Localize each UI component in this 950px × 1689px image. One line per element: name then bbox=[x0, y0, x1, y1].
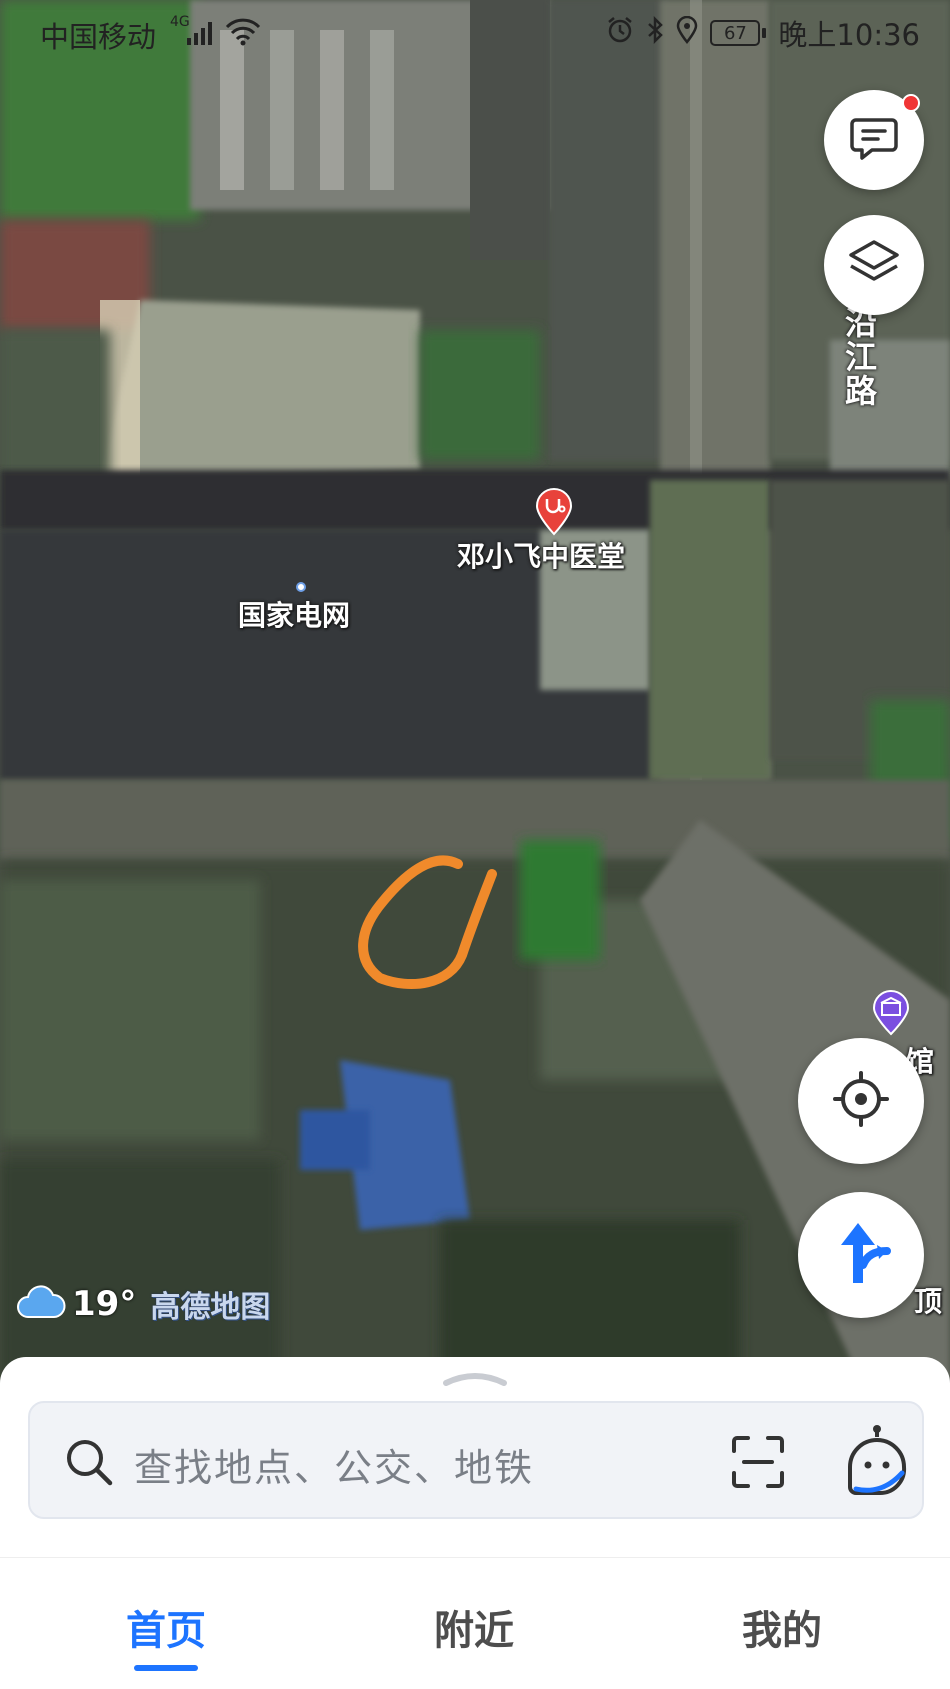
bluetooth-icon bbox=[646, 15, 664, 51]
hotel-pin-icon[interactable] bbox=[870, 990, 912, 1040]
temperature: 19° bbox=[72, 1284, 137, 1324]
assistant-robot-icon[interactable] bbox=[842, 1423, 912, 1503]
cloud-icon bbox=[16, 1285, 66, 1323]
power-grid-label[interactable]: 国家电网 bbox=[238, 594, 350, 634]
clinic-label[interactable]: 邓小飞中医堂 bbox=[457, 535, 625, 575]
wifi-icon bbox=[224, 16, 262, 50]
search-bar[interactable]: 查找地点、公交、地铁 bbox=[28, 1401, 924, 1519]
edge-label-partial: 顶 bbox=[914, 1285, 943, 1318]
tab-mine[interactable]: 我的 bbox=[742, 1598, 822, 1656]
stethoscope-pin-icon[interactable] bbox=[533, 488, 575, 540]
bottom-sheet[interactable]: 查找地点、公交、地铁 首页 附近 我的 bbox=[0, 1357, 950, 1689]
road-label: 沿江路 bbox=[840, 306, 878, 408]
amap-logo: 高德地图 bbox=[150, 1290, 271, 1325]
map-view[interactable]: 邓小飞中医堂 国家电网 沿江路 馆 顶 bbox=[0, 0, 950, 1380]
sheet-handle-icon[interactable] bbox=[442, 1367, 508, 1391]
location-icon bbox=[676, 15, 698, 51]
search-icon bbox=[64, 1437, 114, 1491]
tab-home[interactable]: 首页 bbox=[126, 1598, 206, 1656]
search-placeholder[interactable]: 查找地点、公交、地铁 bbox=[134, 1437, 534, 1492]
locate-target-icon bbox=[832, 1070, 890, 1132]
chat-feedback-icon bbox=[848, 114, 900, 166]
notification-dot bbox=[902, 94, 920, 112]
battery-level: 67 bbox=[710, 20, 761, 46]
active-tab-indicator bbox=[134, 1665, 198, 1671]
weather-widget[interactable]: 19° 高德地图 bbox=[16, 1282, 270, 1326]
satellite-imagery bbox=[0, 0, 950, 1380]
battery-icon: 67 bbox=[710, 20, 767, 46]
tab-bar: 首页 附近 我的 bbox=[0, 1557, 950, 1689]
feedback-button[interactable] bbox=[824, 90, 924, 190]
route-arrow-icon bbox=[831, 1219, 891, 1291]
signal-icon bbox=[186, 20, 218, 50]
layers-button[interactable] bbox=[824, 215, 924, 315]
status-right: 67 晚上10:36 bbox=[606, 12, 920, 54]
carrier-name: 中国移动 bbox=[40, 20, 157, 54]
layers-icon bbox=[847, 238, 901, 292]
tab-nearby[interactable]: 附近 bbox=[434, 1598, 514, 1656]
scan-icon[interactable] bbox=[730, 1435, 786, 1493]
route-button[interactable] bbox=[798, 1192, 924, 1318]
locate-button[interactable] bbox=[798, 1038, 924, 1164]
status-bar: 中国移动 4G 67 晚上10:36 bbox=[0, 0, 950, 66]
alarm-icon bbox=[606, 16, 634, 51]
clock-time: 晚上10:36 bbox=[778, 18, 920, 52]
